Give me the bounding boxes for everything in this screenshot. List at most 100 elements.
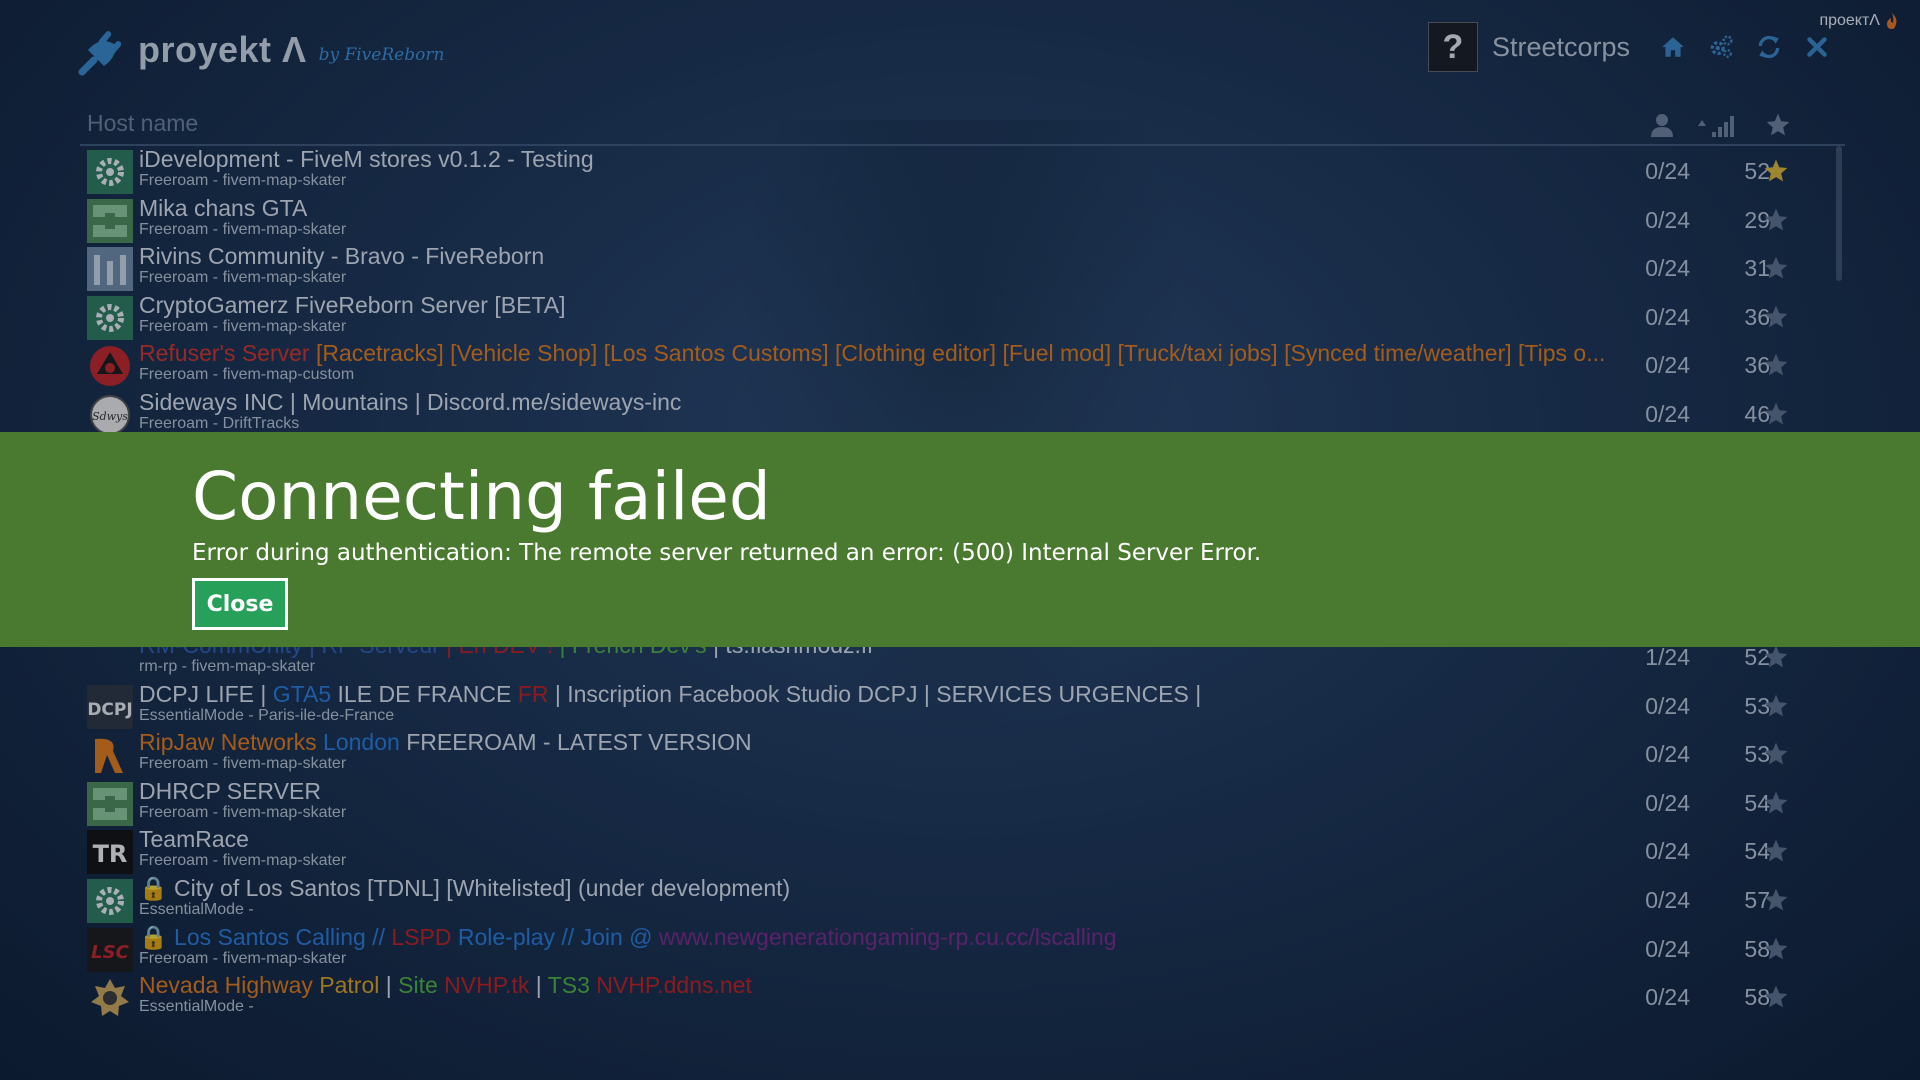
server-name-segment: | Inscription Facebook Studio DCPJ | SER… (554, 680, 1202, 707)
svg-text:DCPJ: DCPJ (87, 700, 132, 720)
player-count: 0/24 (1645, 741, 1690, 768)
server-name: iDevelopment - FiveM stores v0.1.2 - Tes… (139, 146, 594, 173)
server-name-segment: GTA5 (272, 680, 338, 707)
server-name-segment: 🔒 City of Los Santos [TDNL] [Whitelisted… (139, 874, 791, 901)
server-name: Sideways INC | Mountains | Discord.me/si… (139, 389, 681, 416)
favorite-header-icon[interactable] (1764, 112, 1792, 138)
server-name-segment: Rivins Community - Bravo - FiveReborn (139, 243, 545, 270)
server-name-segment: NVHP.ddns.net (596, 972, 752, 999)
server-name: 🔒 City of Los Santos [TDNL] [Whitelisted… (139, 875, 790, 902)
server-name-segment: Refuser's Server (139, 340, 316, 367)
server-row[interactable]: Mika chans GTA Freeroam - fivem-map-skate… (80, 195, 1845, 244)
list-header: Host name (80, 108, 1845, 146)
server-gametype: Freeroam - fivem-map-skater (139, 269, 347, 287)
home-icon[interactable] (1656, 30, 1690, 64)
players-icon[interactable] (1650, 112, 1674, 138)
close-icon[interactable] (1800, 30, 1834, 64)
favorite-star-icon[interactable] (1763, 984, 1793, 1012)
dialog-title: Connecting failed (192, 458, 771, 535)
server-gametype: EssentialMode - Paris-ile-de-France (139, 706, 395, 724)
server-name-segment: Site (398, 972, 445, 999)
server-gametype: EssentialMode - (139, 900, 254, 918)
server-gametype: Freeroam - fivem-map-skater (139, 172, 347, 189)
server-icon: DCPJ (87, 684, 133, 729)
flame-icon (1887, 13, 1897, 29)
server-name-segment: Nevada Highway (139, 972, 320, 999)
favorite-star-icon[interactable] (1763, 255, 1793, 283)
server-icon (87, 344, 133, 388)
server-name-segment: ILE DE FRANCE (337, 680, 518, 707)
player-count: 0/24 (1645, 400, 1690, 427)
close-button[interactable]: Close (192, 578, 288, 630)
server-name: DHRCP SERVER (139, 778, 321, 805)
server-gametype: Freeroam - fivem-map-skater (139, 803, 347, 821)
ping-sort-icon[interactable] (1696, 112, 1742, 138)
server-name-segment: FREEROAM - LATEST VERSION (406, 729, 752, 756)
server-gametype: Freeroam - fivem-map-custom (139, 366, 355, 384)
server-row[interactable]: TR TeamRace Freeroam - fivem-map-skater 0/2… (80, 826, 1845, 875)
favorite-star-icon[interactable] (1763, 304, 1793, 332)
server-gametype: Freeroam - fivem-map-skater (139, 317, 347, 335)
plug-icon (78, 31, 122, 76)
server-name: CryptoGamerz FiveReborn Server [BETA] (139, 292, 565, 319)
server-gametype: Freeroam - fivem-map-skater (139, 220, 347, 238)
corner-tag-text: проектΛ (1819, 12, 1880, 29)
help-button[interactable]: ? (1427, 22, 1478, 72)
server-row[interactable]: Nevada Highway Patrol | Site NVHP.tk | T… (80, 972, 1845, 1021)
favorite-star-icon[interactable] (1763, 936, 1793, 964)
server-name: Mika chans GTA (139, 195, 307, 222)
server-row[interactable]: LSC 🔒 Los Santos Calling // LSPD Role-pla… (80, 924, 1845, 973)
server-row[interactable]: Sdwys Sideways INC | Mountains | Discord.… (80, 389, 1845, 438)
server-row[interactable]: 🔒 City of Los Santos [TDNL] [Whitelisted… (80, 875, 1845, 924)
player-count: 0/24 (1645, 303, 1690, 330)
server-icon: Sdwys (87, 393, 133, 437)
favorite-star-icon[interactable] (1763, 693, 1793, 721)
player-count: 0/24 (1645, 886, 1690, 913)
list-scrollbar[interactable] (1836, 146, 1842, 281)
favorite-star-icon[interactable] (1763, 838, 1793, 866)
server-name-segment: iDevelopment - FiveM stores v0.1.2 - Tes… (139, 146, 594, 172)
username-label[interactable]: Streetcorps (1492, 32, 1630, 63)
server-name-segment: Patrol (319, 972, 386, 999)
server-name-segment: Sideways INC | Mountains | Discord.me/si… (139, 388, 682, 415)
settings-icon[interactable] (1704, 30, 1738, 64)
server-name-segment: Role-play // Join @ (457, 923, 659, 950)
favorite-star-icon[interactable] (1763, 352, 1793, 380)
server-name-segment: | (535, 972, 548, 999)
server-icon (87, 781, 133, 826)
favorite-star-icon[interactable] (1763, 644, 1793, 672)
server-gametype: Freeroam - fivem-map-skater (139, 949, 347, 967)
server-name-segment: FR (517, 680, 555, 707)
favorite-star-icon[interactable] (1763, 741, 1793, 769)
app-logo: proyekt Λ by FiveReborn (72, 22, 444, 78)
server-name: 🔒 Los Santos Calling // LSPD Role-play /… (139, 924, 1117, 951)
server-icon (87, 733, 133, 777)
favorite-star-icon[interactable] (1763, 158, 1793, 186)
server-name-segment: DHRCP SERVER (139, 777, 321, 804)
favorite-star-icon[interactable] (1763, 207, 1793, 235)
server-name: DCPJ LIFE | GTA5 ILE DE FRANCE FR | Insc… (139, 681, 1201, 708)
server-name-segment: [Racetracks] [Vehicle Shop] [Los Santos … (315, 340, 1606, 367)
player-count: 0/24 (1645, 206, 1690, 233)
server-row[interactable]: Refuser's Server [Racetracks] [Vehicle S… (80, 340, 1845, 389)
player-count: 1/24 (1645, 643, 1690, 670)
server-name-segment: RipJaw Networks (139, 729, 324, 756)
server-name-segment: Los Santos Calling // (174, 923, 392, 950)
server-row[interactable]: CryptoGamerz FiveReborn Server [BETA] Fre… (80, 292, 1845, 341)
server-icon (87, 295, 133, 340)
server-row[interactable]: Rivins Community - Bravo - FiveReborn Fre… (80, 243, 1845, 292)
server-name-segment: 🔒 (139, 923, 175, 950)
refresh-icon[interactable] (1752, 30, 1786, 64)
server-row[interactable]: iDevelopment - FiveM stores v0.1.2 - Tes… (80, 146, 1845, 195)
host-name-header[interactable]: Host name (87, 110, 198, 137)
player-count: 0/24 (1645, 789, 1690, 816)
server-row[interactable]: DCPJ DCPJ LIFE | GTA5 ILE DE FRANCE FR | … (80, 681, 1845, 730)
server-icon (87, 150, 133, 194)
server-icon (87, 198, 133, 243)
favorite-star-icon[interactable] (1763, 401, 1793, 429)
server-icon (87, 976, 133, 1020)
favorite-star-icon[interactable] (1763, 887, 1793, 915)
server-row[interactable]: DHRCP SERVER Freeroam - fivem-map-skater 0… (80, 778, 1845, 827)
server-row[interactable]: RipJaw Networks London FREEROAM - LATEST… (80, 729, 1845, 778)
favorite-star-icon[interactable] (1763, 790, 1793, 818)
